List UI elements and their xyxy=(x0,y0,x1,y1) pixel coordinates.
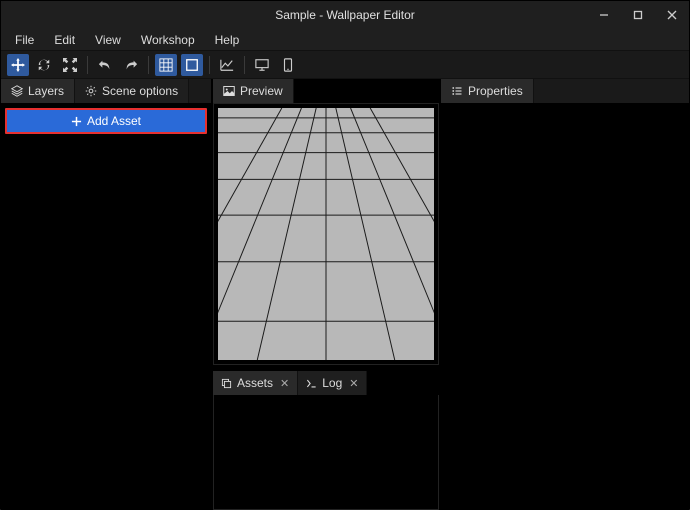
mobile-button[interactable] xyxy=(277,54,299,76)
menu-help[interactable]: Help xyxy=(205,29,250,50)
refresh-button[interactable] xyxy=(33,54,55,76)
preview-tabs: Preview xyxy=(213,79,439,103)
close-assets-tab-icon[interactable]: ✕ xyxy=(280,377,289,390)
copy-icon xyxy=(221,378,232,389)
grid-icon xyxy=(159,58,173,72)
toolbar-separator xyxy=(87,56,88,74)
maximize-button[interactable] xyxy=(621,1,655,29)
redo-button[interactable] xyxy=(120,54,142,76)
toolbar xyxy=(1,51,689,79)
image-icon xyxy=(223,85,235,97)
right-panel: Properties xyxy=(441,79,689,510)
plus-icon xyxy=(71,116,82,127)
list-icon xyxy=(451,85,463,97)
monitor-icon xyxy=(255,58,269,72)
menu-edit[interactable]: Edit xyxy=(44,29,85,50)
phone-icon xyxy=(281,58,295,72)
preview-area[interactable] xyxy=(213,103,439,365)
menu-file[interactable]: File xyxy=(5,29,44,50)
desktop-button[interactable] xyxy=(251,54,273,76)
tab-assets-label: Assets xyxy=(237,376,273,390)
tab-layers[interactable]: Layers xyxy=(1,79,75,103)
gear-icon xyxy=(85,85,97,97)
undo-button[interactable] xyxy=(94,54,116,76)
tab-properties[interactable]: Properties xyxy=(441,79,534,103)
close-button[interactable] xyxy=(655,1,689,29)
tab-layers-label: Layers xyxy=(28,84,64,98)
menubar: File Edit View Workshop Help xyxy=(1,29,689,51)
chart-icon xyxy=(220,58,234,72)
window-title: Sample - Wallpaper Editor xyxy=(275,8,415,22)
menu-workshop[interactable]: Workshop xyxy=(131,29,205,50)
square-icon xyxy=(185,58,199,72)
layers-icon xyxy=(11,85,23,97)
bounds-button[interactable] xyxy=(181,54,203,76)
tab-scene-options[interactable]: Scene options xyxy=(75,79,189,103)
window-controls xyxy=(587,1,689,29)
refresh-icon xyxy=(37,58,51,72)
move-tool-button[interactable] xyxy=(7,54,29,76)
stats-button[interactable] xyxy=(216,54,238,76)
right-panel-tabs: Properties xyxy=(441,79,689,103)
left-panel-tabs: Layers Scene options xyxy=(1,79,211,103)
center-panel: Preview xyxy=(211,79,441,510)
titlebar: Sample - Wallpaper Editor xyxy=(1,1,689,29)
terminal-icon xyxy=(306,378,317,389)
toolbar-separator xyxy=(244,56,245,74)
tab-log[interactable]: Log ✕ xyxy=(298,371,367,395)
move-icon xyxy=(11,58,25,72)
expand-icon xyxy=(63,58,77,72)
minimize-button[interactable] xyxy=(587,1,621,29)
left-panel: Layers Scene options Add Asset xyxy=(1,79,211,510)
add-asset-button[interactable]: Add Asset xyxy=(5,108,207,134)
menu-view[interactable]: View xyxy=(85,29,131,50)
bottom-tabs: Assets ✕ Log ✕ xyxy=(213,371,439,395)
tab-properties-label: Properties xyxy=(468,84,523,98)
tab-preview-label: Preview xyxy=(240,84,283,98)
toolbar-separator xyxy=(209,56,210,74)
fullscreen-button[interactable] xyxy=(59,54,81,76)
redo-icon xyxy=(124,58,138,72)
assets-body[interactable] xyxy=(213,395,439,510)
toolbar-separator xyxy=(148,56,149,74)
preview-canvas xyxy=(218,108,434,360)
tab-assets[interactable]: Assets ✕ xyxy=(213,371,298,395)
grid-button[interactable] xyxy=(155,54,177,76)
tab-scene-options-label: Scene options xyxy=(102,84,178,98)
close-log-tab-icon[interactable]: ✕ xyxy=(349,377,358,390)
tab-log-label: Log xyxy=(322,376,342,390)
main-area: Layers Scene options Add Asset Preview xyxy=(1,79,689,510)
add-asset-label: Add Asset xyxy=(87,114,141,128)
tab-preview[interactable]: Preview xyxy=(213,79,294,103)
undo-icon xyxy=(98,58,112,72)
